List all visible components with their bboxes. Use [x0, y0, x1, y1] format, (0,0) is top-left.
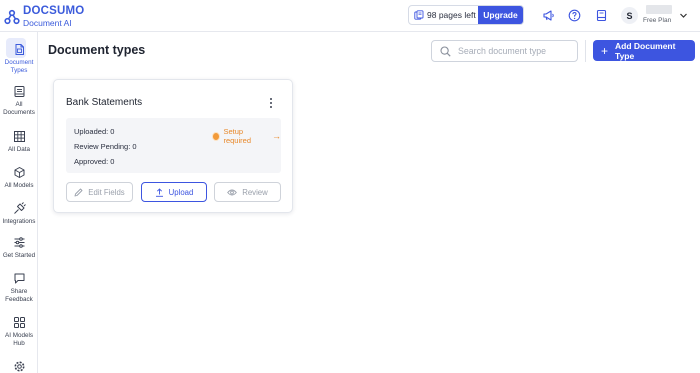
sidebar-item-label: All Data: [7, 146, 31, 153]
sliders-icon: [14, 237, 24, 248]
all-documents-icon: [14, 86, 24, 97]
table-icon: [13, 131, 25, 142]
pencil-icon: [74, 188, 83, 196]
settings-icon: [14, 361, 24, 372]
add-document-type-button[interactable]: + Add Document Type: [593, 40, 695, 61]
pages-left-widget: 98 pages left Upgrade: [408, 5, 524, 25]
pages-left-text: 98 pages left: [427, 10, 476, 20]
edit-fields-button[interactable]: Edit Fields: [66, 182, 133, 202]
sidebar: Document Types All Documents All Data Al…: [0, 32, 38, 373]
sidebar-item-document-types[interactable]: Document Types: [0, 43, 38, 74]
upload-label: Upload: [168, 187, 194, 197]
brand-name: DOCSUMO: [23, 5, 85, 17]
review-button[interactable]: Review: [214, 182, 281, 202]
sidebar-item-label: AI Models Hub: [5, 332, 33, 347]
sidebar-item-label: Get Started: [2, 252, 36, 259]
chevron-down-icon[interactable]: [679, 11, 688, 20]
sidebar-item-all-models[interactable]: All Models: [0, 166, 38, 190]
review-label: Review: [242, 187, 268, 197]
document-type-card[interactable]: Bank Statements Uploaded: 0 Review Pendi…: [53, 79, 293, 213]
card-title: Bank Statements: [66, 97, 143, 108]
eye-icon: [227, 189, 238, 195]
book-icon[interactable]: [595, 9, 608, 22]
plug-icon: [13, 202, 26, 214]
more-options-icon[interactable]: [267, 97, 275, 109]
card-stats: Uploaded: 0 Review Pending: 0 Approved: …: [66, 118, 281, 173]
plan-label: Free Plan: [643, 17, 672, 24]
divider: [585, 40, 586, 62]
search-input[interactable]: [458, 46, 568, 56]
sidebar-item-share-feedback[interactable]: Share Feedback: [0, 272, 38, 303]
upload-button[interactable]: Upload: [141, 182, 207, 202]
help-icon[interactable]: [568, 9, 581, 22]
uploaded-count: Uploaded: 0: [74, 127, 115, 136]
setup-required-link[interactable]: Setup required →: [212, 127, 281, 145]
setup-status: Setup required: [223, 127, 251, 145]
avatar[interactable]: S: [621, 7, 638, 24]
brand-subtitle: Document AI: [23, 17, 72, 28]
sidebar-item-label: All Documents: [3, 101, 35, 116]
grid-icon: [13, 317, 25, 328]
page-title: Document types: [48, 43, 146, 57]
sidebar-item-all-documents[interactable]: All Documents: [0, 85, 38, 116]
logo[interactable]: DOCSUMO Document AI: [4, 5, 85, 28]
search-box[interactable]: [431, 40, 578, 62]
cube-icon: [14, 167, 24, 178]
sidebar-item-label: Integrations: [2, 218, 36, 225]
edit-fields-label: Edit Fields: [88, 187, 125, 197]
search-icon: [440, 45, 451, 57]
document-types-icon: [15, 44, 24, 55]
logo-icon: [4, 9, 20, 24]
sidebar-item-get-started[interactable]: Get Started: [0, 236, 38, 260]
sidebar-item-all-data[interactable]: All Data: [0, 130, 38, 154]
megaphone-icon[interactable]: [542, 9, 555, 22]
status-dot: [212, 131, 221, 141]
top-bar: DOCSUMO Document AI 98 pages left Upgrad…: [0, 0, 700, 32]
sidebar-item-integrations[interactable]: Integrations: [0, 202, 38, 226]
sidebar-item-label: Share Feedback: [5, 288, 33, 303]
sidebar-item-label: All Models: [4, 182, 34, 189]
approved-count: Approved: 0: [74, 157, 115, 166]
pages-icon: [414, 10, 424, 20]
upgrade-button[interactable]: Upgrade: [478, 6, 523, 24]
upload-icon: [155, 187, 163, 197]
user-name: [646, 5, 672, 14]
add-document-type-label: Add Document Type: [615, 40, 676, 61]
sidebar-item-ai-models-hub[interactable]: AI Models Hub: [0, 316, 38, 347]
sidebar-item-label: Document Types: [4, 59, 34, 74]
sidebar-item-settings[interactable]: [0, 360, 38, 373]
review-pending-count: Review Pending: 0: [74, 142, 137, 151]
plus-icon: +: [601, 43, 609, 58]
chat-icon: [14, 273, 24, 284]
arrow-right-icon: →: [272, 131, 281, 141]
